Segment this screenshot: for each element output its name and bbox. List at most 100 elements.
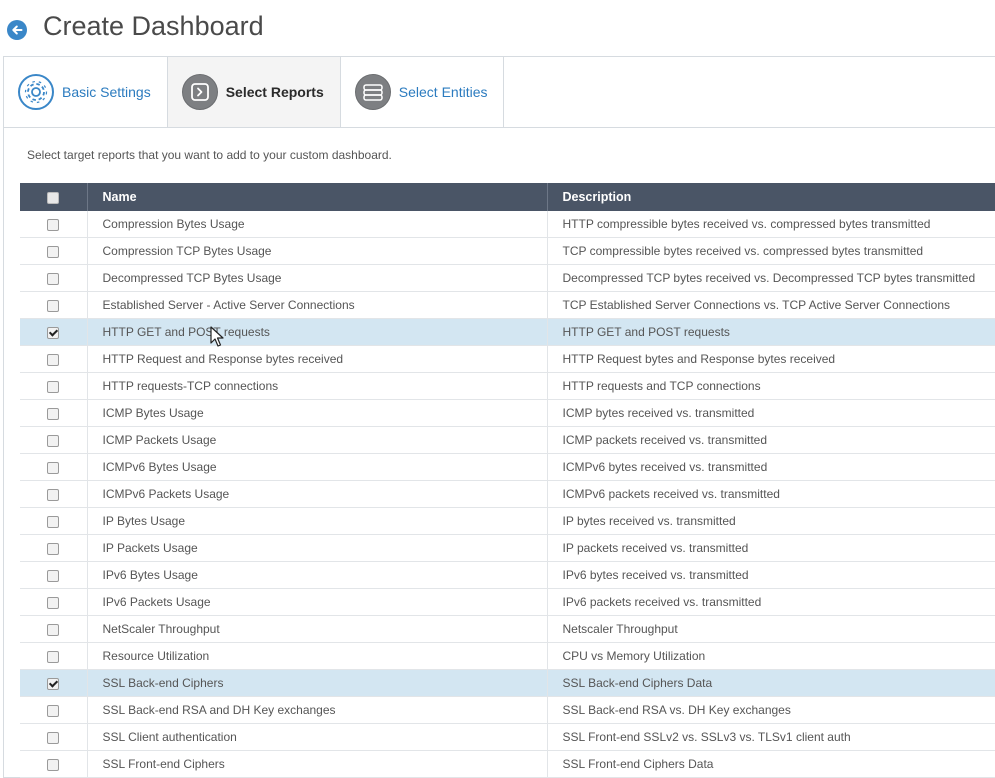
row-checkbox-cell	[20, 345, 88, 373]
row-checkbox[interactable]	[47, 326, 60, 339]
tabs-divider	[4, 127, 995, 128]
row-checkbox[interactable]	[47, 218, 60, 231]
table-row[interactable]: Compression Bytes Usage HTTP compressible…	[20, 211, 995, 238]
table-row[interactable]: SSL Client authentication SSL Front-end S…	[20, 723, 995, 751]
row-checkbox-cell	[20, 372, 88, 400]
row-checkbox-cell	[20, 453, 88, 481]
table-row[interactable]: HTTP requests-TCP connections HTTP reques…	[20, 372, 995, 400]
table-row[interactable]: Established Server - Active Server Conne…	[20, 291, 995, 319]
row-checkbox[interactable]	[47, 434, 60, 447]
report-name: Decompressed TCP Bytes Usage	[87, 264, 548, 292]
page-title: Create Dashboard	[43, 11, 264, 41]
row-checkbox[interactable]	[47, 461, 60, 474]
report-description: ICMPv6 bytes received vs. transmitted	[547, 453, 995, 481]
table-row[interactable]: ICMPv6 Packets Usage ICMPv6 packets rece…	[20, 480, 995, 508]
row-checkbox[interactable]	[47, 623, 60, 636]
report-description: HTTP requests and TCP connections	[547, 372, 995, 400]
report-name: HTTP GET and POST requests	[87, 318, 548, 346]
table-row[interactable]: Compression TCP Bytes Usage TCP compressi…	[20, 237, 995, 265]
row-checkbox-cell	[20, 291, 88, 319]
table-row[interactable]: SSL Back-end RSA and DH Key exchanges SSL…	[20, 696, 995, 724]
arrow-left-icon	[12, 25, 23, 35]
report-description: IP packets received vs. transmitted	[547, 534, 995, 562]
tab-label: Select Entities	[398, 84, 488, 100]
row-checkbox[interactable]	[47, 650, 60, 663]
row-checkbox-cell	[20, 480, 88, 508]
table-row[interactable]: HTTP GET and POST requests HTTP GET and P…	[20, 318, 995, 346]
row-checkbox-cell	[20, 264, 88, 292]
row-checkbox[interactable]	[47, 569, 60, 582]
report-name: IP Packets Usage	[87, 534, 548, 562]
row-checkbox[interactable]	[47, 299, 60, 312]
table-row[interactable]: ICMP Bytes Usage ICMP bytes received vs. …	[20, 399, 995, 427]
report-name: IP Bytes Usage	[87, 507, 548, 535]
report-icon	[181, 74, 218, 110]
report-name: HTTP requests-TCP connections	[87, 372, 548, 400]
tab-label: Basic Settings	[62, 84, 151, 100]
report-name: SSL Client authentication	[87, 723, 548, 751]
report-name: ICMP Packets Usage	[87, 426, 548, 454]
report-description: HTTP compressible bytes received vs. com…	[547, 211, 995, 238]
report-name: Established Server - Active Server Conne…	[87, 291, 548, 319]
row-checkbox[interactable]	[47, 758, 60, 771]
row-checkbox[interactable]	[47, 272, 60, 285]
table-row[interactable]: SSL Front-end Ciphers SSL Front-end Ciphe…	[20, 750, 995, 778]
select-all-column	[20, 183, 88, 211]
report-name: NetScaler Throughput	[87, 615, 548, 643]
table-row[interactable]: Resource Utilization CPU vs Memory Utiliz…	[20, 642, 995, 670]
table-row[interactable]: IPv6 Packets Usage IPv6 packets received …	[20, 588, 995, 616]
table-row[interactable]: ICMPv6 Bytes Usage ICMPv6 bytes received…	[20, 453, 995, 481]
report-description: Netscaler Throughput	[547, 615, 995, 643]
report-name: IPv6 Packets Usage	[87, 588, 548, 616]
tab-select-entities[interactable]: Select Entities	[340, 57, 505, 127]
row-checkbox[interactable]	[47, 515, 60, 528]
row-checkbox-cell	[20, 318, 88, 346]
tab-select-reports[interactable]: Select Reports	[167, 57, 341, 127]
column-header-description[interactable]: Description	[547, 183, 995, 211]
gear-icon	[18, 74, 54, 110]
table-row[interactable]: IP Packets Usage IP packets received vs. …	[20, 534, 995, 562]
report-name: HTTP Request and Response bytes received	[87, 345, 548, 373]
report-description: SSL Back-end RSA vs. DH Key exchanges	[547, 696, 995, 724]
report-description: IPv6 packets received vs. transmitted	[547, 588, 995, 616]
mouse-cursor-icon	[210, 326, 224, 347]
row-checkbox-cell	[20, 696, 88, 724]
row-checkbox[interactable]	[47, 542, 60, 555]
table-row[interactable]: NetScaler Throughput Netscaler Throughput	[20, 615, 995, 643]
column-header-name[interactable]: Name	[87, 183, 548, 211]
report-description: Decompressed TCP bytes received vs. Deco…	[547, 264, 995, 292]
reports-table: Name Description Compression Bytes Usage…	[20, 183, 995, 778]
tab-basic-settings[interactable]: Basic Settings	[4, 57, 168, 127]
table-row[interactable]: SSL Back-end Ciphers SSL Back-end Ciphers…	[20, 669, 995, 697]
row-checkbox-cell	[20, 507, 88, 535]
table-row[interactable]: Decompressed TCP Bytes Usage Decompressed…	[20, 264, 995, 292]
table-row[interactable]: IP Bytes Usage IP bytes received vs. tran…	[20, 507, 995, 535]
row-checkbox-cell	[20, 750, 88, 778]
table-row[interactable]: HTTP Request and Response bytes received…	[20, 345, 995, 373]
table-row[interactable]: IPv6 Bytes Usage IPv6 bytes received vs. …	[20, 561, 995, 589]
instruction-text: Select target reports that you want to a…	[27, 148, 392, 162]
report-name: IPv6 Bytes Usage	[87, 561, 548, 589]
row-checkbox[interactable]	[47, 704, 60, 717]
report-description: HTTP Request bytes and Response bytes re…	[547, 345, 995, 373]
row-checkbox[interactable]	[47, 407, 60, 420]
row-checkbox[interactable]	[47, 731, 60, 744]
row-checkbox[interactable]	[47, 245, 60, 258]
row-checkbox[interactable]	[47, 380, 60, 393]
report-name: Compression Bytes Usage	[87, 211, 548, 238]
row-checkbox-cell	[20, 588, 88, 616]
tab-label: Select Reports	[225, 84, 324, 100]
row-checkbox-cell	[20, 723, 88, 751]
report-description: ICMP bytes received vs. transmitted	[547, 399, 995, 427]
report-description: IPv6 bytes received vs. transmitted	[547, 561, 995, 589]
page-header: Create Dashboard	[0, 0, 995, 58]
report-name: ICMPv6 Packets Usage	[87, 480, 548, 508]
row-checkbox[interactable]	[47, 353, 60, 366]
row-checkbox[interactable]	[47, 488, 60, 501]
back-button[interactable]	[7, 20, 27, 40]
table-row[interactable]: ICMP Packets Usage ICMP packets received …	[20, 426, 995, 454]
row-checkbox[interactable]	[47, 596, 60, 609]
select-all-checkbox[interactable]	[47, 191, 60, 204]
row-checkbox[interactable]	[47, 677, 60, 690]
row-checkbox-cell	[20, 534, 88, 562]
